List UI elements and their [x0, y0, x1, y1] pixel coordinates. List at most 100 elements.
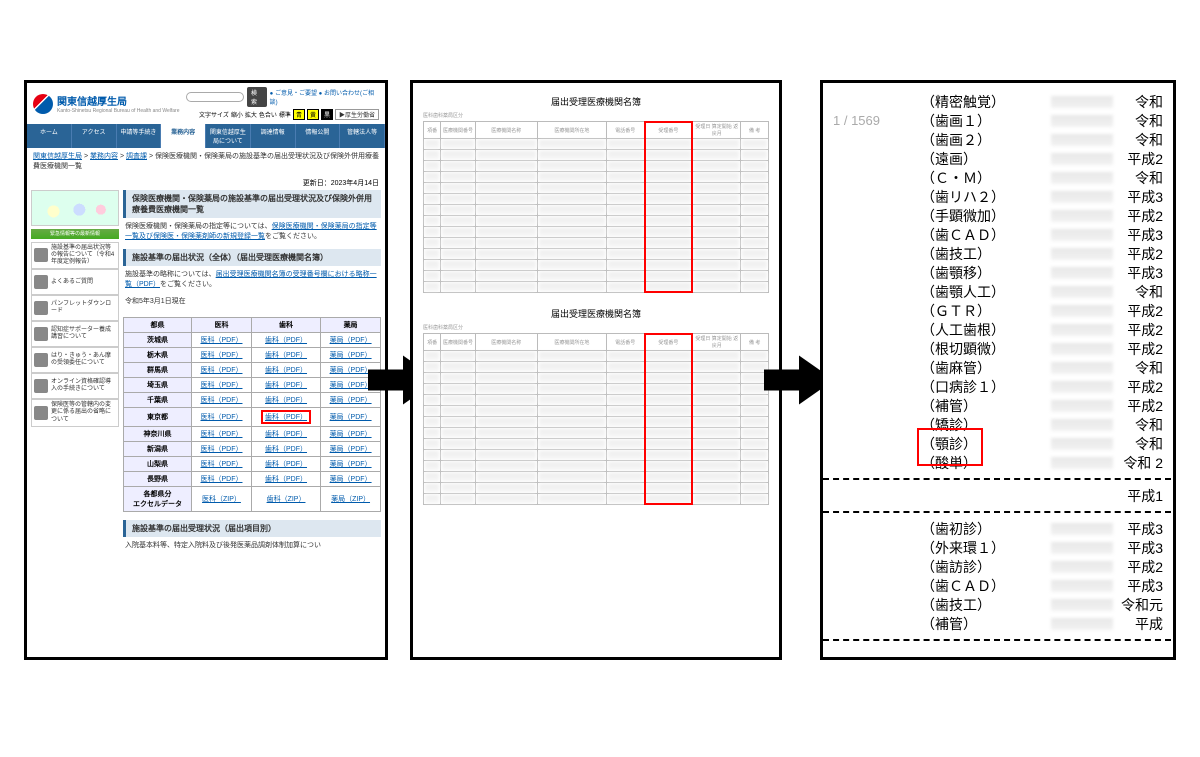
font-larger[interactable]: 拡大 — [245, 110, 257, 119]
contact-link[interactable]: ● ご意見・ご要望 ● お問い合わせ(ご相談) — [270, 88, 379, 106]
roster-cell — [693, 216, 741, 227]
pdf-link[interactable]: 薬局（PDF） — [330, 431, 372, 438]
pdf-link[interactable]: 歯科（PDF） — [265, 431, 307, 438]
sidebar-item[interactable]: よくあるご質問 — [31, 269, 119, 295]
pdf-link[interactable]: 薬局（PDF） — [330, 397, 372, 404]
roster-cell — [644, 172, 692, 183]
pdf-link[interactable]: 薬局（PDF） — [330, 461, 372, 468]
sidebar-item[interactable]: 認知症サポーター養成講習について — [31, 321, 119, 347]
roster-cell — [606, 395, 644, 406]
pdf-link[interactable]: 医科（PDF） — [200, 337, 242, 344]
search-button[interactable]: 検索 — [247, 87, 267, 107]
era-label506: 平成2 — [1127, 396, 1163, 416]
sidebar-item-icon — [34, 275, 48, 289]
pdf-link[interactable]: 医科（PDF） — [200, 397, 242, 404]
pdf-link[interactable]: 医科（PDF） — [200, 382, 242, 389]
pdf-link[interactable]: 医科（PDF） — [200, 446, 242, 453]
pdf-link[interactable]: 医科（PDF） — [200, 367, 242, 374]
roster-cell — [475, 362, 537, 373]
roster-cell — [441, 216, 476, 227]
pdf-link[interactable]: 薬局（PDF） — [330, 476, 372, 483]
nav-item[interactable]: 関東信越厚生局について — [206, 124, 251, 148]
roster-cell — [644, 483, 692, 494]
roster-cell — [441, 483, 476, 494]
sidebar-announce[interactable]: 緊急情報等の最新情報 — [31, 229, 119, 239]
era-label506: 平成3 — [1127, 519, 1163, 539]
sidebar-item[interactable]: オンライン資格確認導入の手続きについて — [31, 373, 119, 399]
roster-cell — [441, 238, 476, 249]
pdf-link[interactable]: 医科（PDF） — [200, 414, 242, 421]
roster-cell — [693, 238, 741, 249]
pdf-link[interactable]: 薬局（PDF） — [330, 414, 372, 421]
bc-home[interactable]: 関東信越厚生局 — [33, 153, 82, 160]
roster-cell — [441, 417, 476, 428]
pdf-link[interactable]: 薬局（PDF） — [330, 367, 372, 374]
font-smaller[interactable]: 縮小 — [231, 110, 243, 119]
search-input[interactable] — [186, 92, 244, 102]
nav-item[interactable]: 情報公開 — [296, 124, 341, 148]
page-indicator: 1 / 1569 — [833, 113, 880, 128]
roster-cell — [537, 161, 606, 172]
detail-row: （歯リハ２）平成3 — [921, 187, 1163, 206]
pdf-link[interactable]: 歯科（PDF） — [265, 461, 307, 468]
pdf-link[interactable]: 歯科（PDF） — [265, 367, 307, 374]
pdf-link[interactable]: 歯科（PDF） — [265, 414, 307, 421]
pdf-link[interactable]: 薬局（PDF） — [330, 446, 372, 453]
pdf-link[interactable]: 歯科（PDF） — [265, 446, 307, 453]
roster-cell — [475, 227, 537, 238]
roster-cell — [424, 406, 441, 417]
section2-heading: 施設基準の届出状況（全体）（届出受理医療機関名簿） — [123, 249, 381, 266]
roster-cell — [424, 395, 441, 406]
pdf-link[interactable]: 薬局（PDF） — [330, 337, 372, 344]
pdf-link[interactable]: 医科（PDF） — [200, 352, 242, 359]
pdf-link-cell: 歯科（PDF） — [251, 393, 320, 408]
pdf-link[interactable]: 歯科（PDF） — [265, 337, 307, 344]
color-yellow[interactable]: 黄 — [307, 109, 319, 120]
roster-cell — [441, 351, 476, 362]
roster-cell — [644, 461, 692, 472]
era-label506: 平成3 — [1127, 263, 1163, 283]
roster-header-cell: 電話番号 — [606, 334, 644, 351]
bc-l3[interactable]: 調査課 — [126, 153, 147, 160]
pdf-link[interactable]: 医科（PDF） — [200, 461, 242, 468]
roster-cell — [693, 351, 741, 362]
pdf-link[interactable]: 医科（ZIP） — [202, 496, 241, 503]
color-black[interactable]: 黒 — [321, 109, 333, 120]
pdf-link[interactable]: 歯科（PDF） — [265, 352, 307, 359]
nav-item[interactable]: 業務内容 — [161, 124, 206, 148]
color-default[interactable]: 標準 — [279, 110, 291, 119]
roster-cell — [644, 205, 692, 216]
pdf-link[interactable]: 薬局（ZIP） — [331, 496, 370, 503]
pdf-link[interactable]: 薬局（PDF） — [330, 352, 372, 359]
nav-item[interactable]: ホーム — [27, 124, 72, 148]
nav-item[interactable]: アクセス — [72, 124, 117, 148]
pdf-link[interactable]: 医科（PDF） — [200, 431, 242, 438]
pdf-link-cell: 医科（PDF） — [192, 427, 252, 442]
sidebar-item[interactable]: 保険医等の管轄内の変更に係る届出の省略について — [31, 399, 119, 427]
nav-item[interactable]: 管轄法人等 — [340, 124, 385, 148]
roster-row — [424, 227, 769, 238]
sidebar-item[interactable]: 施設基準の届出状況等の報告について（令和4年度定例報告） — [31, 242, 119, 270]
sidebar-item[interactable]: はり・きゅう・あん摩の受領委任について — [31, 347, 119, 373]
pdf-link-cell: 医科（PDF） — [192, 408, 252, 427]
detail-row: （歯麻管）令和 — [921, 358, 1163, 377]
color-blue[interactable]: 青 — [293, 109, 305, 120]
roster-cell — [606, 362, 644, 373]
bc-l2[interactable]: 業務内容 — [90, 153, 118, 160]
mhlw-link[interactable]: ▶厚生労働省 — [335, 109, 379, 120]
pdf-link[interactable]: 薬局（PDF） — [330, 382, 372, 389]
pref-cell: 千葉県 — [124, 393, 192, 408]
roster-cell — [441, 205, 476, 216]
nav-item[interactable]: 調達情報 — [251, 124, 296, 148]
pdf-link[interactable]: 歯科（PDF） — [265, 397, 307, 404]
pdf-link[interactable]: 医科（PDF） — [200, 476, 242, 483]
nav-item[interactable]: 申請等手続き — [117, 124, 162, 148]
pdf-link[interactable]: 歯科（PDF） — [265, 382, 307, 389]
roster-cell — [441, 472, 476, 483]
criteria-label: （歯顎移） — [921, 263, 1051, 283]
site-logo[interactable]: 関東信越厚生局 Kanto-Shinetsu Regional Bureau o… — [33, 93, 180, 114]
roster-cell — [606, 282, 644, 293]
sidebar-item[interactable]: パンフレットダウンロード — [31, 295, 119, 321]
pdf-link[interactable]: 歯科（ZIP） — [267, 496, 306, 503]
pdf-link[interactable]: 歯科（PDF） — [265, 476, 307, 483]
